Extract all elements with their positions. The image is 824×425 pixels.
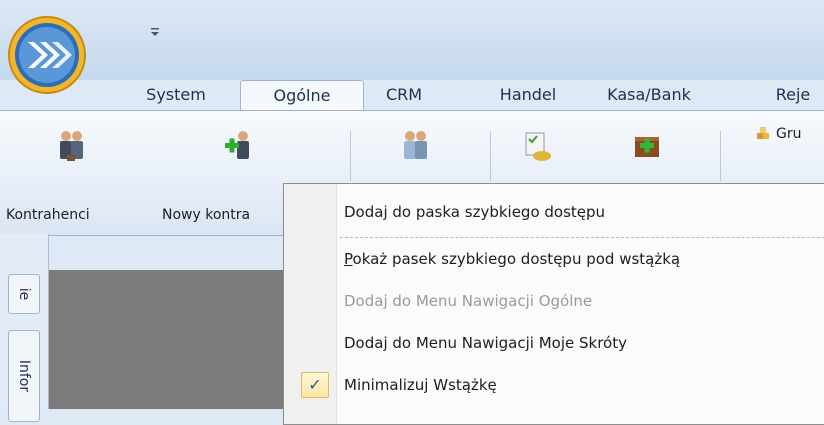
qat-dropdown-icon[interactable] xyxy=(148,26,162,40)
menu-item-label-rest: okaż pasek szybkiego dostępu pod wstążką xyxy=(352,250,681,268)
menu-item-minimize-ribbon[interactable]: Minimalizuj Wstążkę xyxy=(344,365,497,405)
contractors-button-label[interactable]: Kontrahenci xyxy=(6,207,90,223)
tab-handel[interactable]: Handel xyxy=(488,80,568,112)
menu-item-add-to-nav-general: Dodaj do Menu Nawigacji Ogólne xyxy=(344,292,593,310)
ribbon-separator xyxy=(490,131,491,181)
tab-crm[interactable]: CRM xyxy=(372,80,436,112)
tasks-icon[interactable] xyxy=(520,129,554,163)
title-bar xyxy=(0,0,824,80)
workspace-area xyxy=(49,270,289,409)
menu-item-show-qat-below-ribbon[interactable]: Pokaż pasek szybkiego dostępu pod wstążk… xyxy=(344,239,680,279)
check-icon: ✓ xyxy=(301,372,329,398)
contractors-icon[interactable] xyxy=(54,129,88,163)
new-contractor-icon[interactable] xyxy=(222,129,256,163)
groups-button[interactable]: Gru xyxy=(756,126,801,142)
menu-item-accelerator: P xyxy=(344,250,353,268)
ribbon-separator xyxy=(720,131,721,181)
side-tab-1[interactable]: ie xyxy=(8,274,40,314)
groups-icon xyxy=(757,127,769,139)
side-tab-informacje-label: Infor xyxy=(16,359,32,393)
menu-item-add-to-qat[interactable]: Dodaj do paska szybkiego dostępu xyxy=(344,192,605,232)
employees-icon[interactable] xyxy=(398,129,432,163)
tab-system[interactable]: System xyxy=(128,80,224,112)
tab-ogolne[interactable]: Ogólne xyxy=(240,80,364,111)
new-contractor-button-label[interactable]: Nowy kontra xyxy=(162,207,250,223)
tab-kasa-bank[interactable]: Kasa/Bank xyxy=(592,80,706,112)
ribbon-separator xyxy=(350,131,351,181)
side-panel: ie Infor xyxy=(0,234,49,422)
groups-button-label: Gru xyxy=(776,126,802,142)
menu-separator xyxy=(340,237,824,238)
side-tab-1-label: ie xyxy=(16,287,32,301)
new-item-box-icon[interactable] xyxy=(630,129,664,163)
side-tab-informacje[interactable]: Infor xyxy=(8,330,40,422)
menu-item-add-to-nav-shortcuts[interactable]: Dodaj do Menu Nawigacji Moje Skróty xyxy=(344,323,627,363)
tab-rejestry[interactable]: Reje xyxy=(758,80,824,112)
context-menu: Dodaj do paska szybkiego dostępu Pokaż p… xyxy=(283,183,824,425)
application-orb-icon[interactable] xyxy=(6,14,88,96)
